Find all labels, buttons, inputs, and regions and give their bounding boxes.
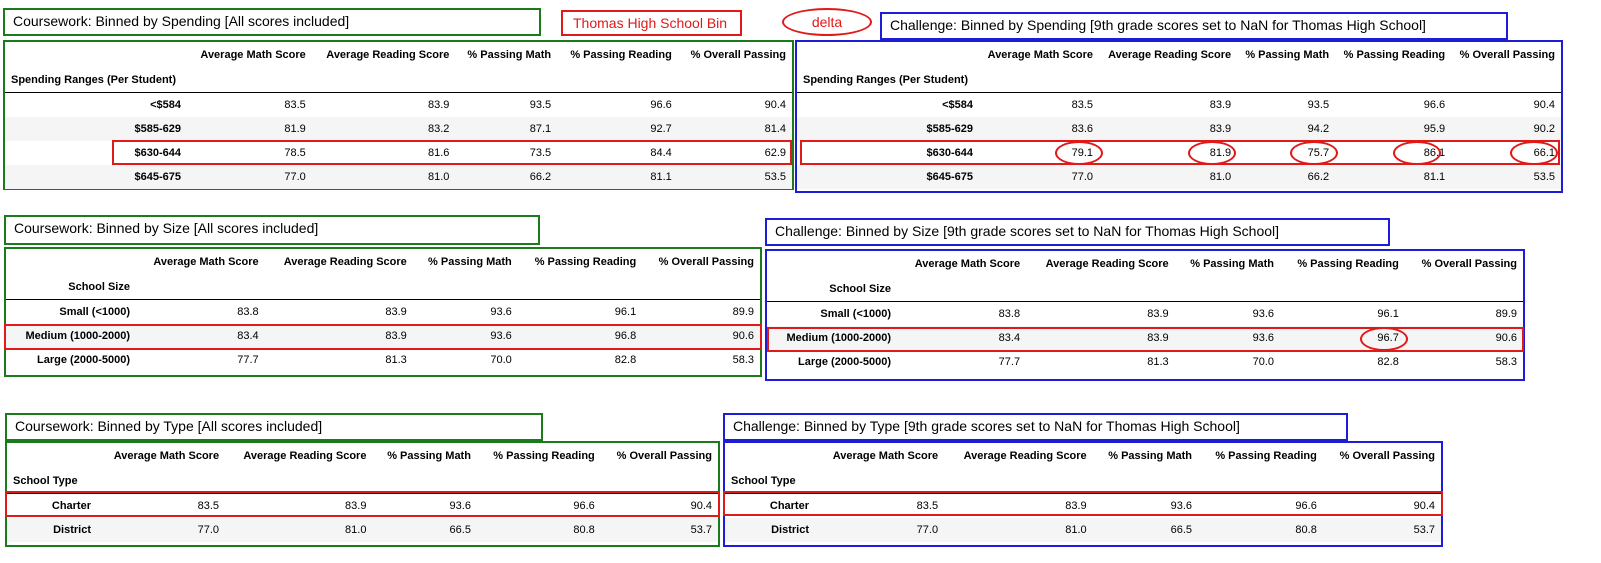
col-header: Average Math Score [153, 255, 259, 268]
col-header: % Passing Math [1108, 449, 1192, 462]
table-row: <$584 83.5 83.9 93.5 96.6 90.4 [942, 99, 1555, 111]
challenge-type-panel: Average Math Score Average Reading Score… [723, 441, 1443, 547]
col-header: Average Reading Score [1045, 257, 1169, 270]
col-header: % Passing Reading [1343, 48, 1446, 61]
table-row: $630-644 78.5 81.6 73.5 84.4 62.9 [134, 147, 787, 159]
col-header: % Passing Reading [493, 449, 595, 462]
col-header: % Passing Reading [1297, 257, 1399, 270]
challenge-type-table: Average Math Score Average Reading Score… [725, 443, 1441, 542]
table-row: $585-629 81.9 83.2 87.1 92.7 81.4 [5, 117, 792, 141]
coursework-spending-table: Average Math Score Average Reading Score… [5, 42, 792, 189]
challenge-size-panel: Average Math Score Average Reading Score… [765, 249, 1525, 381]
delta-legend: delta [782, 8, 872, 36]
index-label: School Type [7, 468, 97, 494]
coursework-spending-title: Coursework: Binned by Spending [All scor… [3, 8, 541, 36]
coursework-size-title: Coursework: Binned by Size [All scores i… [4, 215, 540, 245]
table-row: District 77.0 81.0 66.5 80.8 53.7 [7, 518, 718, 542]
index-label: Spending Ranges (Per Student) [797, 67, 979, 93]
col-header: % Passing Reading [570, 48, 672, 61]
table-row: $645-675 77.0 81.0 66.2 81.1 53.5 [797, 165, 1561, 189]
table-row: Large (2000-5000) 77.7 81.3 70.0 82.8 58.3 [37, 354, 754, 366]
col-header: % Passing Reading [1215, 449, 1317, 462]
table-row: $645-675 77.0 81.0 66.2 81.1 53.5 [5, 165, 792, 189]
table-row: Charter 83.5 83.9 93.6 96.6 90.4 [51, 500, 712, 512]
col-header: % Passing Math [1245, 48, 1330, 61]
table-row: Small (<1000) 83.8 83.9 93.6 96.1 89.9 [59, 306, 754, 318]
challenge-spending-panel: Average Math Score Average Reading Score… [795, 40, 1563, 193]
challenge-type-title: Challenge: Binned by Type [9th grade sco… [723, 413, 1348, 441]
col-header: Average Reading Score [283, 255, 407, 268]
col-header: Average Reading Score [1108, 48, 1232, 61]
col-header: Average Reading Score [963, 449, 1087, 462]
index-label: School Type [725, 468, 815, 494]
col-header: Average Math Score [832, 449, 939, 462]
col-header: % Overall Passing [1339, 449, 1435, 462]
col-header: % Overall Passing [1421, 257, 1517, 270]
table-row: <$584 83.5 83.9 93.5 96.6 90.4 [150, 99, 786, 111]
coursework-size-panel: Average Math Score Average Reading Score… [4, 247, 762, 377]
coursework-type-title: Coursework: Binned by Type [All scores i… [5, 413, 543, 441]
col-header: % Passing Reading [534, 255, 637, 268]
table-row: Medium (1000-2000) 83.4 83.9 93.6 96.8 90.6 [6, 324, 760, 348]
col-header: Average Math Score [200, 48, 306, 61]
col-header: Average Reading Score [243, 449, 367, 462]
challenge-size-title: Challenge: Binned by Size [9th grade sco… [765, 218, 1390, 246]
table-row: $630-644 79.1 81.9 75.7 86.1 66.1 [926, 147, 1556, 159]
challenge-spending-title: Challenge: Binned by Spending [9th grade… [880, 12, 1508, 40]
col-header: % Overall Passing [690, 48, 786, 61]
challenge-spending-table: Average Math Score Average Reading Score… [797, 42, 1561, 189]
index-label: Spending Ranges (Per Student) [5, 67, 187, 93]
table-row: $585-629 83.6 83.9 94.2 95.9 90.2 [797, 117, 1561, 141]
coursework-spending-panel: Average Math Score Average Reading Score… [3, 40, 794, 190]
index-label: School Size [6, 274, 136, 300]
coursework-type-table: Average Math Score Average Reading Score… [7, 443, 718, 542]
thomas-bin-legend: Thomas High School Bin [561, 10, 742, 36]
col-header: Average Reading Score [326, 48, 450, 61]
coursework-type-panel: Average Math Score Average Reading Score… [5, 441, 720, 547]
col-header: % Passing Math [1190, 257, 1274, 270]
coursework-size-table: Average Math Score Average Reading Score… [6, 249, 760, 372]
table-row: Medium (1000-2000) 83.4 83.9 93.6 96.7 90.6 [767, 326, 1523, 350]
col-header: % Overall Passing [1459, 48, 1555, 61]
col-header: % Overall Passing [658, 255, 754, 268]
col-header: % Passing Math [467, 48, 552, 61]
index-label: School Size [767, 276, 897, 302]
col-header: % Passing Math [428, 255, 512, 268]
col-header: Average Math Score [113, 449, 220, 462]
challenge-size-table: Average Math Score Average Reading Score… [767, 251, 1523, 374]
table-row: Large (2000-5000) 77.7 81.3 70.0 82.8 58.3 [798, 356, 1517, 368]
table-row: District 77.0 81.0 66.5 80.8 53.7 [725, 518, 1441, 542]
col-header: % Overall Passing [616, 449, 712, 462]
col-header: Average Math Score [987, 48, 1094, 61]
table-row: Small (<1000) 83.8 83.9 93.6 96.1 89.9 [820, 308, 1517, 320]
table-row: Charter 83.5 83.9 93.6 96.6 90.4 [769, 500, 1435, 512]
col-header: % Passing Math [387, 449, 471, 462]
col-header: Average Math Score [914, 257, 1021, 270]
